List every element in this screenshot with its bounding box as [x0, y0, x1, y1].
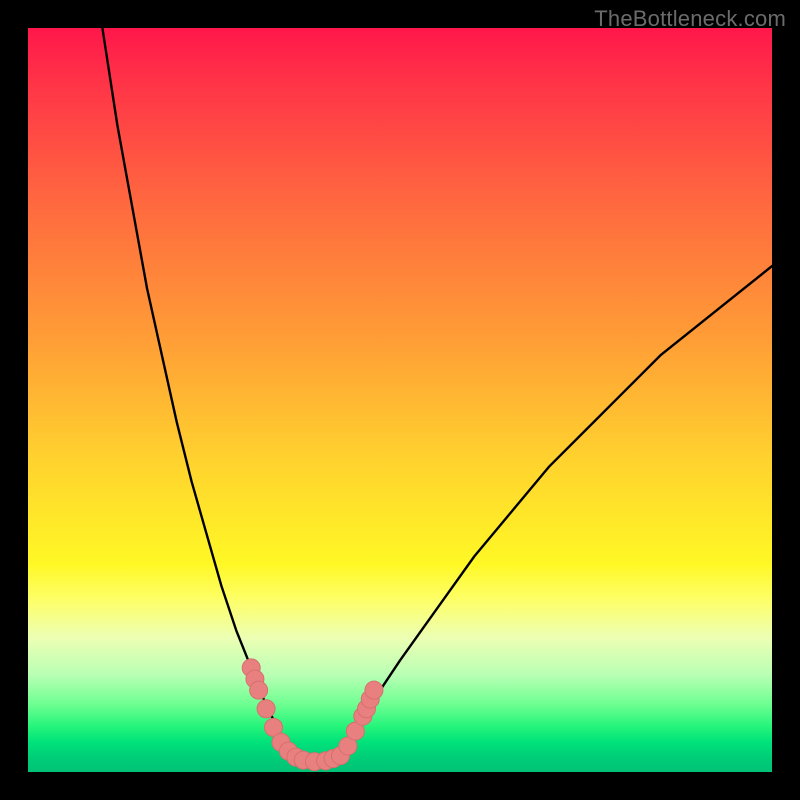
chart-plot-area	[28, 28, 772, 772]
chart-svg	[28, 28, 772, 772]
curve-layer	[102, 28, 772, 763]
marker-layer	[242, 659, 383, 771]
data-marker	[250, 681, 268, 699]
data-marker	[365, 681, 383, 699]
chart-frame: TheBottleneck.com	[0, 0, 800, 800]
data-marker	[257, 700, 275, 718]
watermark-text: TheBottleneck.com	[594, 6, 786, 32]
bottleneck-curve	[102, 28, 772, 763]
